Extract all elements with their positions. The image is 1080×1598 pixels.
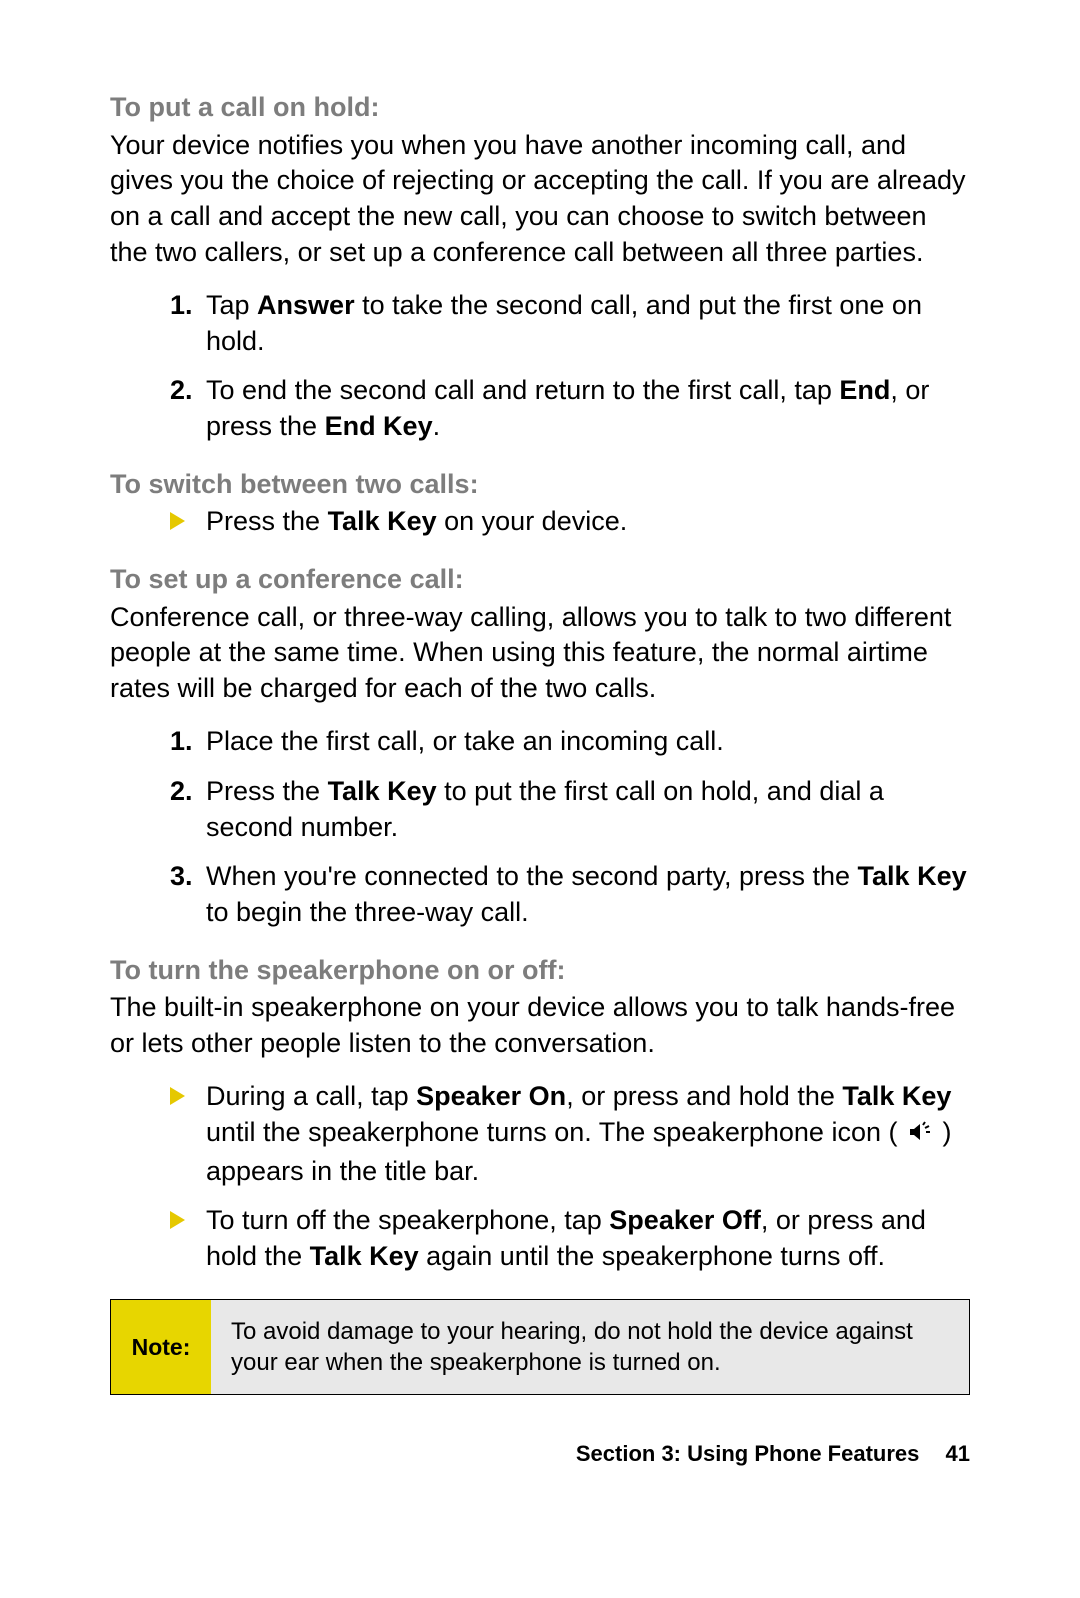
bold-text: Speaker On [416, 1081, 566, 1111]
body-hold: Your device notifies you when you have a… [110, 128, 970, 271]
note-box: Note: To avoid damage to your hearing, d… [110, 1299, 970, 1395]
bullet-speaker-2: To turn off the speakerphone, tap Speake… [170, 1203, 970, 1274]
bold-text: End Key [325, 411, 433, 441]
bold-text: Talk Key [310, 1241, 419, 1271]
bold-text: Talk Key [858, 861, 967, 891]
text: , or press and hold the [566, 1081, 842, 1111]
text: Place the first call, or take an incomin… [206, 726, 724, 756]
footer-section: Section 3: Using Phone Features [576, 1441, 920, 1466]
text: to begin the three-way call. [206, 897, 529, 927]
heading-speaker: To turn the speakerphone on or off: [110, 953, 970, 989]
note-label: Note: [111, 1300, 211, 1394]
bold-text: End [839, 375, 890, 405]
step-hold-1: Tap Answer to take the second call, and … [170, 288, 970, 359]
text: To turn off the speakerphone, tap [206, 1205, 609, 1235]
text: again until the speakerphone turns off. [419, 1241, 885, 1271]
text: During a call, tap [206, 1081, 416, 1111]
bullets-speaker: During a call, tap Speaker On, or press … [110, 1079, 970, 1274]
step-conf-2: Press the Talk Key to put the first call… [170, 774, 970, 845]
bullets-switch: Press the Talk Key on your device. [110, 504, 970, 540]
page-footer: Section 3: Using Phone Features 41 [110, 1439, 970, 1468]
heading-hold: To put a call on hold: [110, 90, 970, 126]
heading-conference: To set up a conference call: [110, 562, 970, 598]
body-speaker: The built-in speakerphone on your device… [110, 990, 970, 1061]
step-conf-1: Place the first call, or take an incomin… [170, 724, 970, 760]
step-conf-3: When you're connected to the second part… [170, 859, 970, 930]
text: To end the second call and return to the… [206, 375, 839, 405]
step-hold-2: To end the second call and return to the… [170, 373, 970, 444]
bold-text: Talk Key [328, 776, 437, 806]
footer-page-number: 41 [946, 1441, 970, 1466]
body-conference: Conference call, or three-way calling, a… [110, 600, 970, 707]
speakerphone-icon [907, 1118, 933, 1154]
note-body: To avoid damage to your hearing, do not … [211, 1300, 969, 1394]
text: Tap [206, 290, 257, 320]
heading-switch: To switch between two calls: [110, 467, 970, 503]
steps-hold: Tap Answer to take the second call, and … [110, 288, 970, 445]
bold-text: Answer [257, 290, 355, 320]
steps-conference: Place the first call, or take an incomin… [110, 724, 970, 930]
text: until the speakerphone turns on. The spe… [206, 1117, 905, 1147]
text: Press the [206, 776, 328, 806]
bold-text: Speaker Off [609, 1205, 761, 1235]
text: Press the [206, 506, 328, 536]
text: When you're connected to the second part… [206, 861, 858, 891]
bullet-switch-1: Press the Talk Key on your device. [170, 504, 970, 540]
bold-text: Talk Key [842, 1081, 951, 1111]
bullet-speaker-1: During a call, tap Speaker On, or press … [170, 1079, 970, 1189]
bold-text: Talk Key [328, 506, 437, 536]
text: on your device. [437, 506, 628, 536]
text: . [433, 411, 441, 441]
